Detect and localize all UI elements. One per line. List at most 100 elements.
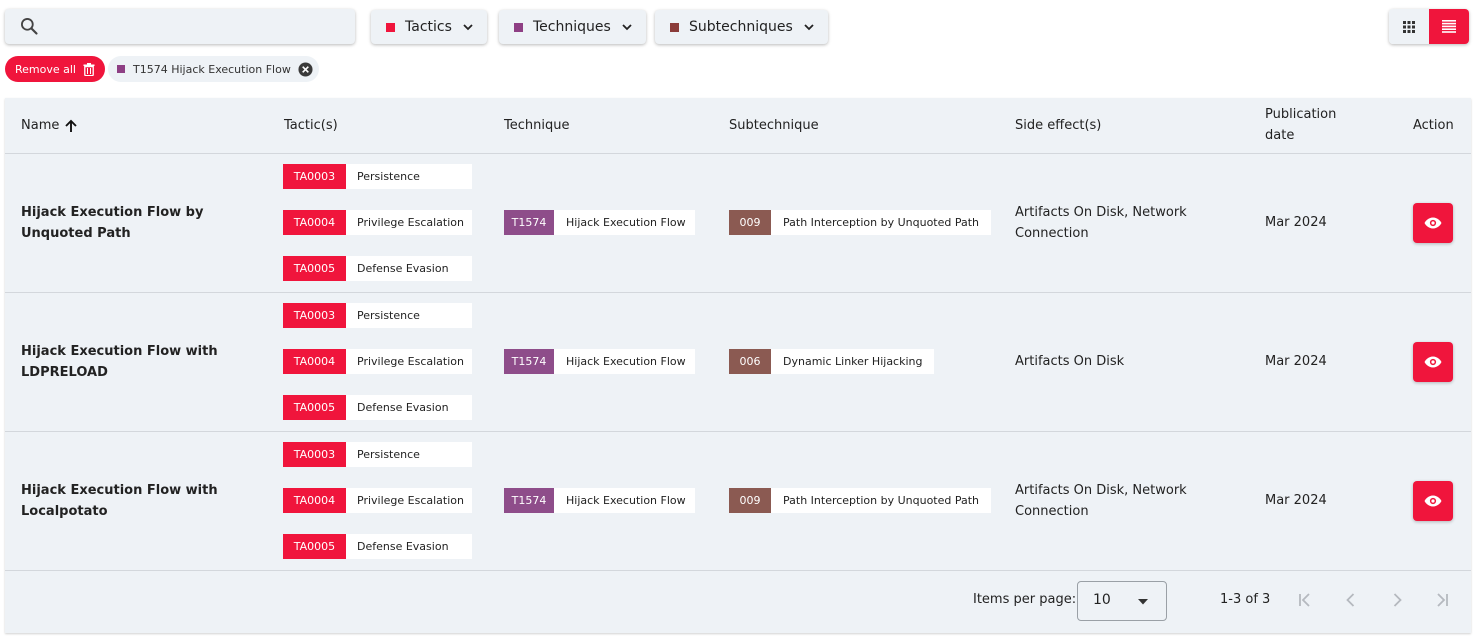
table-row: Hijack Execution Flow with Localpotato T… (5, 432, 1471, 571)
row-name: Hijack Execution Flow with Localpotato (21, 483, 218, 519)
technique-code: T1574 (504, 210, 554, 235)
chevron-right-icon[interactable] (1387, 590, 1407, 610)
items-per-page-value: 10 (1093, 592, 1111, 608)
table-row: Hijack Execution Flow by Unquoted Path T… (5, 154, 1471, 293)
tactic-tag: TA0005 Defense Evasion (283, 395, 472, 420)
tactic-label: Defense Evasion (346, 256, 472, 281)
table-header: Name Tactic(s) Technique Subtechnique Si… (5, 98, 1471, 154)
tactic-tag: TA0003 Persistence (283, 164, 472, 189)
tactic-code: TA0004 (283, 488, 346, 513)
list-view-button[interactable] (1429, 9, 1469, 44)
tactic-tag: TA0003 Persistence (283, 303, 472, 328)
column-header-subtechnique: Subtechnique (729, 118, 819, 133)
tactic-tag: TA0004 Privilege Escalation (283, 488, 472, 513)
tactic-code: TA0004 (283, 210, 346, 235)
tactic-label: Privilege Escalation (346, 488, 472, 513)
view-toggle (1389, 9, 1469, 44)
view-button[interactable] (1413, 481, 1453, 521)
publication-date: Mar 2024 (1265, 354, 1327, 369)
eye-icon (1424, 356, 1442, 368)
technique-tag: T1574 Hijack Execution Flow (504, 210, 695, 235)
remove-all-label: Remove all (15, 62, 76, 76)
chevron-down-icon (804, 24, 814, 31)
technique-code: T1574 (504, 349, 554, 374)
search-box[interactable] (5, 9, 355, 44)
tactic-code: TA0005 (283, 534, 346, 559)
remove-all-button[interactable]: Remove all (5, 56, 105, 82)
caret-down-icon (1138, 599, 1148, 605)
view-button[interactable] (1413, 342, 1453, 382)
eye-icon (1424, 217, 1442, 229)
tactic-label: Persistence (346, 442, 472, 467)
tactic-tag: TA0004 Privilege Escalation (283, 349, 472, 374)
subtechniques-filter-label: Subtechniques (689, 19, 793, 35)
subtechnique-label: Dynamic Linker Hijacking (771, 349, 935, 374)
publication-date: Mar 2024 (1265, 215, 1327, 230)
subtechnique-code: 009 (729, 210, 771, 235)
active-filter-chip: T1574 Hijack Execution Flow (108, 56, 319, 82)
chevron-down-icon (622, 24, 632, 31)
close-circle-icon[interactable] (298, 61, 313, 77)
grid-view-icon (1403, 20, 1415, 33)
side-effects: Artifacts On Disk (1015, 354, 1125, 369)
view-button[interactable] (1413, 203, 1453, 243)
tactic-label: Defense Evasion (346, 395, 472, 420)
side-effects: Artifacts On Disk, Network Connection (1015, 205, 1187, 241)
tactic-tag: TA0005 Defense Evasion (283, 534, 472, 559)
subtechnique-label: Path Interception by Unquoted Path (771, 488, 992, 513)
technique-tag: T1574 Hijack Execution Flow (504, 488, 695, 513)
tactic-label: Privilege Escalation (346, 349, 472, 374)
search-input[interactable] (49, 9, 349, 44)
column-name-label: Name (21, 118, 60, 133)
tactics-color-swatch (386, 22, 395, 32)
tactic-code: TA0004 (283, 349, 346, 374)
tactics-filter-button[interactable]: Tactics (371, 10, 487, 44)
tactic-code: TA0003 (283, 164, 346, 189)
table-row: Hijack Execution Flow with LDPRELOAD TA0… (5, 293, 1471, 432)
technique-tag: T1574 Hijack Execution Flow (504, 349, 695, 374)
publication-header-line2: date (1265, 128, 1295, 143)
technique-label: Hijack Execution Flow (554, 488, 695, 513)
subtechnique-code: 006 (729, 349, 771, 374)
tactic-code: TA0005 (283, 395, 346, 420)
techniques-filter-button[interactable]: Techniques (499, 10, 646, 44)
tactic-label: Persistence (346, 164, 472, 189)
last-page-icon[interactable] (1432, 590, 1452, 610)
technique-code: T1574 (504, 488, 554, 513)
tactics-filter-label: Tactics (405, 19, 452, 35)
row-name: Hijack Execution Flow by Unquoted Path (21, 205, 204, 241)
items-per-page-select[interactable]: 10 (1077, 581, 1167, 621)
column-header-name[interactable]: Name (21, 115, 78, 136)
chip-color-swatch (117, 65, 125, 73)
side-effects: Artifacts On Disk, Network Connection (1015, 483, 1187, 519)
tactic-tag: TA0003 Persistence (283, 442, 472, 467)
tactic-code: TA0003 (283, 442, 346, 467)
column-header-technique: Technique (504, 118, 570, 133)
items-per-page-label: Items per page: (973, 592, 1077, 607)
subtechnique-tag: 009 Path Interception by Unquoted Path (729, 488, 992, 513)
chip-label: T1574 Hijack Execution Flow (133, 62, 291, 76)
technique-label: Hijack Execution Flow (554, 210, 695, 235)
column-header-action: Action (1413, 118, 1454, 133)
publication-header-line1: Publication (1265, 107, 1337, 122)
chevron-left-icon[interactable] (1341, 590, 1361, 610)
column-header-publication-date: Publication date (1265, 104, 1336, 146)
subtechniques-filter-button[interactable]: Subtechniques (655, 10, 828, 44)
page-range-label: 1-3 of 3 (1220, 592, 1271, 607)
search-icon (21, 18, 38, 35)
tactic-label: Privilege Escalation (346, 210, 472, 235)
tactic-code: TA0005 (283, 256, 346, 281)
techniques-color-swatch (514, 22, 523, 32)
list-view-icon (1442, 20, 1456, 33)
arrow-up-icon (65, 119, 78, 132)
tactic-tag: TA0004 Privilege Escalation (283, 210, 472, 235)
first-page-icon[interactable] (1295, 590, 1315, 610)
column-header-side-effects: Side effect(s) (1015, 118, 1102, 133)
subtechniques-color-swatch (670, 22, 679, 32)
tactic-tag: TA0005 Defense Evasion (283, 256, 472, 281)
trash-icon (83, 62, 95, 76)
eye-icon (1424, 495, 1442, 507)
subtechnique-tag: 006 Dynamic Linker Hijacking (729, 349, 935, 374)
grid-view-button[interactable] (1389, 9, 1429, 44)
column-header-tactics: Tactic(s) (284, 118, 338, 133)
